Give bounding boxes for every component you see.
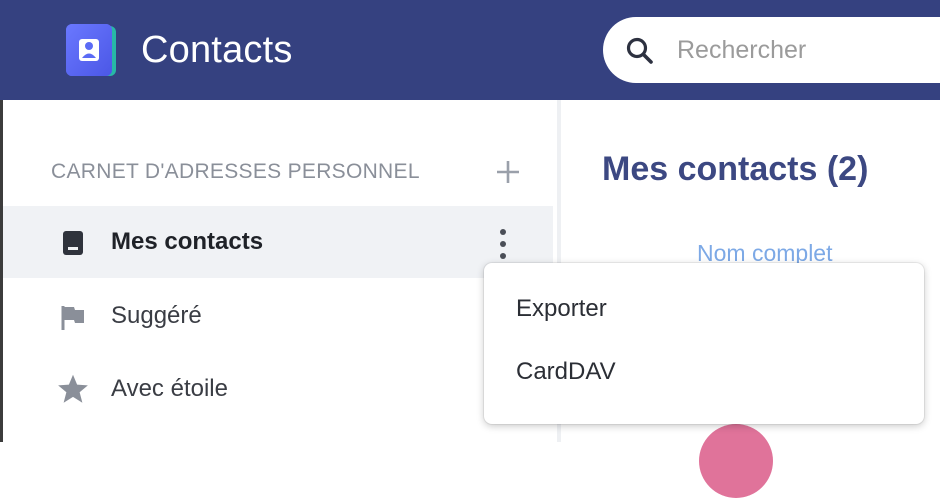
address-book-icon [63,231,83,255]
avatar[interactable] [699,424,773,498]
page-title: Mes contacts (2) [602,150,869,188]
address-book-context-menu: Exporter CardDAV [484,263,924,424]
sidebar-item-suggere[interactable]: Suggéré [3,280,553,352]
sidebar-item-mes-contacts[interactable]: Mes contacts [3,206,553,278]
more-options-icon[interactable] [493,226,513,262]
sidebar-item-label: Avec étoile [111,375,228,402]
star-icon [58,374,88,403]
menu-item-carddav[interactable]: CardDAV [484,348,924,398]
app-header: Contacts [0,0,940,100]
search-icon[interactable] [625,36,655,66]
sidebar-item-label: Suggéré [111,302,202,329]
sidebar-item-avec-etoile[interactable]: Avec étoile [3,353,553,425]
add-address-book-icon[interactable] [495,159,521,185]
app-title: Contacts [141,29,293,71]
menu-item-export[interactable]: Exporter [484,285,924,335]
menu-item-label: Exporter [516,295,607,322]
contacts-app-icon[interactable] [64,24,118,78]
search-bar[interactable] [603,17,940,83]
sidebar-item-label: Mes contacts [111,228,264,255]
flag-icon [61,306,84,330]
menu-item-label: CardDAV [516,358,616,385]
search-input[interactable] [677,31,937,69]
address-book-section-title: CARNET D'ADRESSES PERSONNEL [51,160,420,183]
